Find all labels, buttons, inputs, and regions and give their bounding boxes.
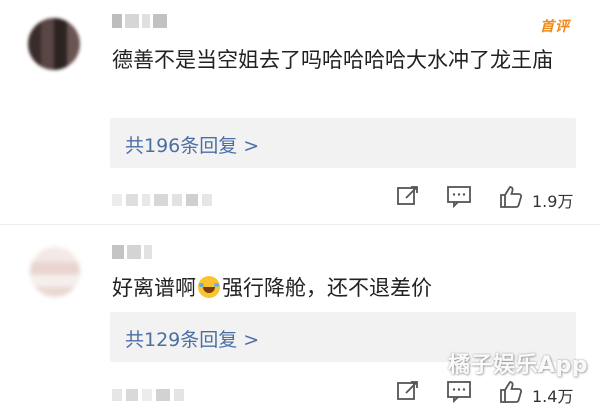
avatar[interactable] [28, 18, 80, 70]
replies-box[interactable]: 共196条回复 > [110, 118, 576, 168]
like-count: 1.4万 [532, 387, 574, 406]
thumbs-up-icon[interactable] [498, 379, 528, 407]
comment-text: 好离谱啊 强行降舱，还不退差价 [112, 270, 576, 306]
username-blurred[interactable] [112, 14, 167, 28]
like-count: 1.9万 [532, 192, 574, 211]
first-comment-badge: 首评 [540, 19, 570, 35]
thumbs-up-icon[interactable] [498, 184, 528, 212]
comment-text-part: 强行降舱，还不退差价 [222, 276, 432, 300]
comment-footer: 1.9万 [0, 180, 600, 216]
avatar[interactable] [30, 247, 80, 297]
timestamp-blurred [112, 194, 212, 206]
laugh-cry-emoji-icon [198, 276, 220, 298]
share-icon[interactable] [396, 379, 426, 407]
comment-item: 首评 德善不是当空姐去了吗哈哈哈哈大水冲了龙王庙 共196条回复 > 1.9万 [0, 0, 600, 225]
view-replies-link[interactable]: 共129条回复 > [125, 325, 259, 352]
comment-feed: 首评 德善不是当空姐去了吗哈哈哈哈大水冲了龙王庙 共196条回复 > 1.9万 … [0, 0, 600, 413]
comment-text-part: 好离谱啊 [112, 276, 196, 300]
comment-footer: 1.4万 [0, 375, 600, 411]
view-replies-link[interactable]: 共196条回复 > [125, 131, 259, 158]
comment-item: 好离谱啊 强行降舱，还不退差价 共129条回复 > 1.4万 [0, 225, 600, 413]
share-icon[interactable] [396, 184, 426, 212]
comment-icon[interactable] [446, 184, 476, 212]
username-blurred[interactable] [112, 245, 152, 259]
comment-icon[interactable] [446, 379, 476, 407]
comment-text: 德善不是当空姐去了吗哈哈哈哈大水冲了龙王庙 [112, 48, 553, 72]
timestamp-blurred [112, 389, 184, 401]
watermark: 橘子娱乐App [447, 353, 588, 378]
